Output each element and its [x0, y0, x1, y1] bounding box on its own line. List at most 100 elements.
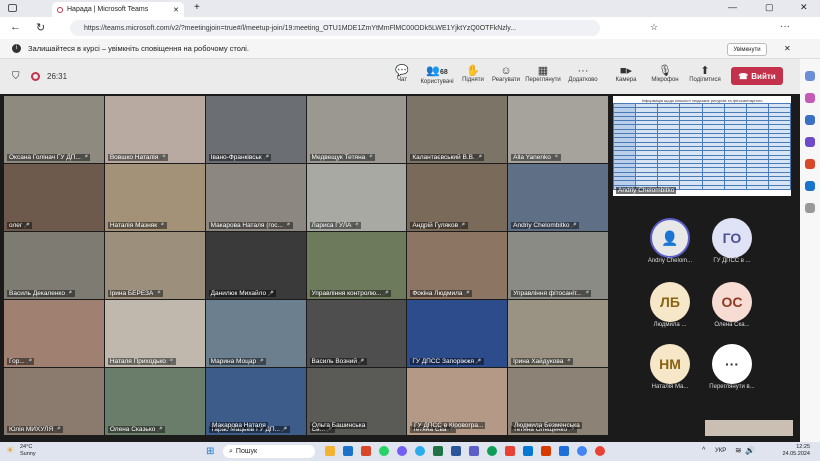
view-all-participants-button[interactable]: ··· Переглянути в... [692, 344, 772, 390]
wifi-icon[interactable]: ≋ [735, 446, 742, 455]
video-tile[interactable]: Василь Возний [306, 300, 407, 367]
video-tile[interactable]: Лариса ГУЛА [306, 164, 407, 231]
video-tile[interactable]: Ірина Хайдукова [508, 300, 608, 367]
participant-card[interactable]: ГО ГУ ДПСС в ... [692, 218, 772, 264]
raise-label: Підняти [462, 77, 484, 83]
taskbar-app-icon[interactable] [505, 446, 515, 456]
more-actions-button[interactable]: ··· Додатково [563, 65, 603, 83]
taskbar-app-icon[interactable] [559, 446, 569, 456]
more-icon: ··· [577, 65, 589, 77]
participant-name: Макарова Наталя [210, 422, 268, 429]
language-indicator[interactable]: УКР [715, 448, 726, 454]
window-icon[interactable] [8, 4, 17, 12]
extensions-icon[interactable]: ☆ [650, 22, 658, 33]
url-field[interactable]: https://teams.microsoft.com/v2/?meetingj… [70, 20, 600, 36]
tools-icon[interactable] [805, 115, 815, 125]
avatar-initials: НМ [659, 356, 681, 372]
participant-card[interactable]: ОС Олена Ска... [692, 282, 772, 328]
taskbar-app-icon[interactable] [343, 446, 353, 456]
react-button[interactable]: ☺ Реагувати [486, 65, 526, 83]
avatar: ЛБ [650, 282, 690, 322]
leave-button[interactable]: ☎ Вийти [731, 67, 783, 85]
close-window-icon[interactable]: ✕ [800, 2, 808, 13]
shared-table-cell [767, 184, 791, 190]
minimize-icon[interactable]: — [728, 2, 737, 12]
taskbar-app-icon[interactable] [433, 446, 443, 456]
games-icon[interactable] [805, 137, 815, 147]
taskbar-app-icon[interactable] [469, 446, 479, 456]
taskbar-app-icon[interactable] [577, 446, 587, 456]
start-icon[interactable]: ⊞ [206, 446, 214, 457]
clock[interactable]: 12:25 24.05.2024 [782, 444, 810, 458]
video-tile[interactable]: Медвещук Тетяна [306, 96, 407, 163]
chat-button[interactable]: 💬 Чат [382, 65, 422, 83]
people-button[interactable]: 👥68 Користувачі [417, 65, 457, 85]
tab-title: Нарада | Microsoft Teams [67, 6, 149, 13]
maximize-icon[interactable]: ▢ [765, 2, 774, 13]
outlook-icon[interactable] [805, 181, 815, 191]
video-tile[interactable]: Макарова Наталя (гос... [205, 164, 306, 231]
video-tile[interactable]: Івано-Франківськ [205, 96, 306, 163]
video-tile[interactable]: Ірина БЕРЕЗА [104, 232, 205, 299]
video-tile[interactable]: Марина Моцар [205, 300, 306, 367]
back-icon[interactable]: ← [10, 21, 21, 33]
more-icon[interactable]: ··· [780, 21, 790, 32]
close-tab-icon[interactable]: ✕ [173, 6, 179, 14]
enable-notifications-button[interactable]: Увімкнути [727, 43, 767, 56]
office-icon[interactable] [805, 159, 815, 169]
taskbar-app-icon[interactable] [541, 446, 551, 456]
video-tile[interactable]: Alla Yanenko [508, 96, 608, 163]
camera-button[interactable]: ■▸ Камера [606, 65, 646, 83]
taskbar-app-icon[interactable] [487, 446, 497, 456]
taskbar-app-icon[interactable] [595, 446, 605, 456]
chat-icon: 💬 [395, 65, 409, 77]
video-tile[interactable]: олег [4, 164, 104, 231]
video-tile[interactable]: Наталія Мазняк [104, 164, 205, 231]
video-tile[interactable]: Управління фітосаніт... [508, 232, 608, 299]
participant-name: ГУ ДПСС Запоріжжя [410, 358, 484, 365]
video-tile[interactable]: Фокіна Людмила [407, 232, 508, 299]
video-tile[interactable]: Данилюк Михайло [205, 232, 306, 299]
bottom-name-strip: Макарова Наталя Ольга Башинська ГУ ДПСС … [4, 420, 608, 435]
volume-icon[interactable]: 🔊 [745, 446, 755, 455]
participant-name: Андрій Гуляков [410, 222, 468, 229]
view-button[interactable]: ▦ Переглянути [523, 65, 563, 83]
shared-screen-title: Інформація щодо кількості людських ресур… [641, 98, 763, 103]
video-tile[interactable]: Вовшко Наталія [104, 96, 205, 163]
taskbar-app-icon[interactable] [415, 446, 425, 456]
participant-name: Гор... [7, 358, 35, 365]
video-tile[interactable]: ГУ ДПСС Запоріжжя [407, 300, 508, 367]
taskbar-app-icon[interactable] [523, 446, 533, 456]
taskbar-app-icon[interactable] [451, 446, 461, 456]
video-tile[interactable]: Наталя Приходько [104, 300, 205, 367]
weather-icon: ☀ [6, 445, 15, 455]
video-tile[interactable]: Василь Декаленко [4, 232, 104, 299]
close-notice-icon[interactable]: ✕ [784, 44, 791, 53]
tray-chevron-icon[interactable]: ^ [702, 447, 705, 454]
self-preview[interactable] [705, 420, 793, 436]
taskbar-search[interactable]: ⌕ Пошук [223, 445, 315, 458]
shared-screen[interactable]: Інформація щодо кількості людських ресур… [613, 96, 791, 196]
taskbar-app-icon[interactable] [325, 446, 335, 456]
taskbar-app-icon[interactable] [397, 446, 407, 456]
search-icon[interactable] [805, 71, 815, 81]
mic-button[interactable]: 🎙 Мікрофон [645, 65, 685, 83]
weather-widget[interactable]: 24°C Sunny [20, 444, 36, 458]
video-tile[interactable]: Андрій Гуляков [407, 164, 508, 231]
taskbar-app-icon[interactable] [361, 446, 371, 456]
share-button[interactable]: ⬆ Поділитися [685, 65, 725, 83]
browser-tab-teams[interactable]: Нарада | Microsoft Teams ✕ [52, 2, 184, 17]
address-bar-row: ← ↻ https://teams.microsoft.com/v2/?meet… [0, 17, 820, 39]
leave-label: Вийти [751, 71, 776, 81]
video-tile[interactable]: Оксана Голінач ГУ ДП... [4, 96, 104, 163]
video-tile[interactable]: Калантаєвський В.В. [407, 96, 508, 163]
video-tile[interactable]: Управління контролю... [306, 232, 407, 299]
new-tab-icon[interactable]: + [194, 2, 200, 13]
copilot-icon[interactable] [805, 93, 815, 103]
add-icon[interactable] [805, 203, 815, 213]
refresh-icon[interactable]: ↻ [36, 21, 45, 34]
video-tile[interactable]: Andriy Chelombitko [508, 164, 608, 231]
video-tile[interactable]: Гор... [4, 300, 104, 367]
taskbar-app-icon[interactable] [379, 446, 389, 456]
participant-name: Лариса ГУЛА [309, 222, 361, 229]
